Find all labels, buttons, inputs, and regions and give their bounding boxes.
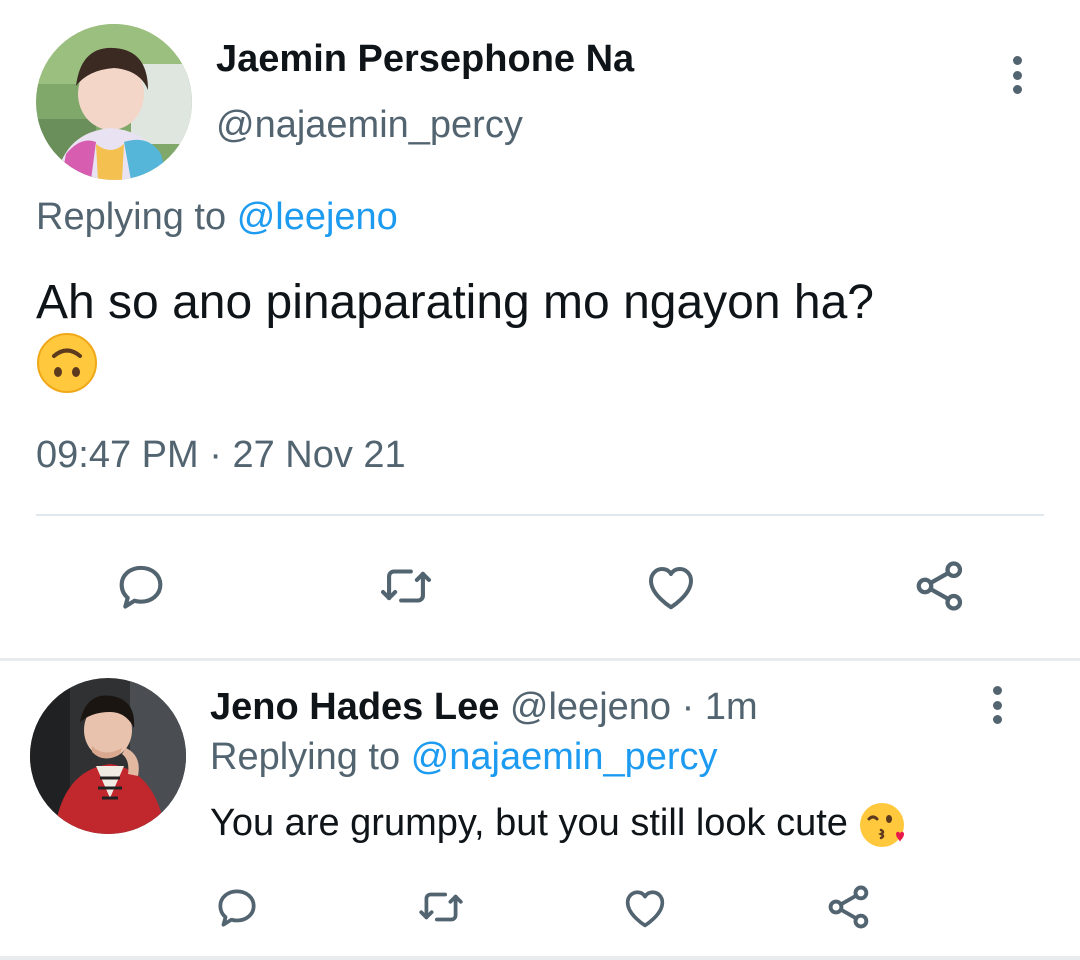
reply-author-handle[interactable]: @leejeno bbox=[510, 686, 671, 728]
avatar-jeno-image bbox=[30, 678, 186, 834]
share-icon[interactable] bbox=[822, 880, 876, 934]
face-blowing-kiss-emoji-icon bbox=[858, 800, 908, 850]
tweet-timestamp[interactable]: 09:47 PM · 27 Nov 21 bbox=[36, 434, 406, 477]
bottom-separator bbox=[0, 956, 1080, 960]
tweet-text: Ah so ano pinaparating mo ngayon ha? bbox=[36, 274, 1046, 394]
reply-icon[interactable] bbox=[111, 556, 171, 616]
retweet-icon[interactable] bbox=[376, 556, 436, 616]
avatar-jaemin-image bbox=[36, 24, 192, 180]
reply-replying-to-mention[interactable]: @najaemin_percy bbox=[411, 736, 718, 778]
reply-header-separator: · bbox=[681, 686, 695, 728]
like-icon[interactable] bbox=[618, 880, 672, 934]
more-options-icon[interactable] bbox=[1005, 56, 1029, 94]
reply-header: Jeno Hades Lee @leejeno · 1m bbox=[210, 686, 758, 729]
replying-to-mention[interactable]: @leejeno bbox=[237, 196, 398, 238]
replying-prefix: Replying to bbox=[36, 196, 227, 238]
reply-more-options-icon[interactable] bbox=[985, 686, 1009, 724]
upside-down-face-emoji-icon bbox=[36, 332, 98, 394]
like-icon[interactable] bbox=[641, 556, 701, 616]
retweet-icon[interactable] bbox=[414, 880, 468, 934]
main-tweet: Jaemin Persephone Na @najaemin_percy Rep… bbox=[0, 0, 1080, 655]
thread-separator bbox=[0, 658, 1080, 661]
reply-replying-to-line: Replying to @najaemin_percy bbox=[210, 736, 718, 779]
share-icon[interactable] bbox=[910, 556, 970, 616]
timestamp-separator: · bbox=[209, 434, 222, 476]
reply-icon[interactable] bbox=[210, 880, 264, 934]
tweet-date: 27 Nov 21 bbox=[232, 434, 406, 476]
author-name[interactable]: Jaemin Persephone Na bbox=[216, 38, 634, 81]
tweet-text-content: Ah so ano pinaparating mo ngayon ha? bbox=[36, 276, 874, 329]
avatar-jaemin[interactable] bbox=[36, 24, 192, 180]
reply-replying-prefix: Replying to bbox=[210, 736, 401, 778]
divider bbox=[36, 514, 1044, 516]
avatar-jeno[interactable] bbox=[30, 678, 186, 834]
author-handle[interactable]: @najaemin_percy bbox=[216, 104, 523, 147]
replying-to-line: Replying to @leejeno bbox=[36, 196, 398, 239]
tweet-time: 09:47 PM bbox=[36, 434, 199, 476]
reply-text-content: You are grumpy, but you still look cute bbox=[210, 802, 848, 845]
reply-relative-time[interactable]: 1m bbox=[705, 686, 758, 728]
reply-author-name[interactable]: Jeno Hades Lee bbox=[210, 686, 499, 728]
reply-tweet-text: You are grumpy, but you still look cute bbox=[210, 800, 908, 850]
